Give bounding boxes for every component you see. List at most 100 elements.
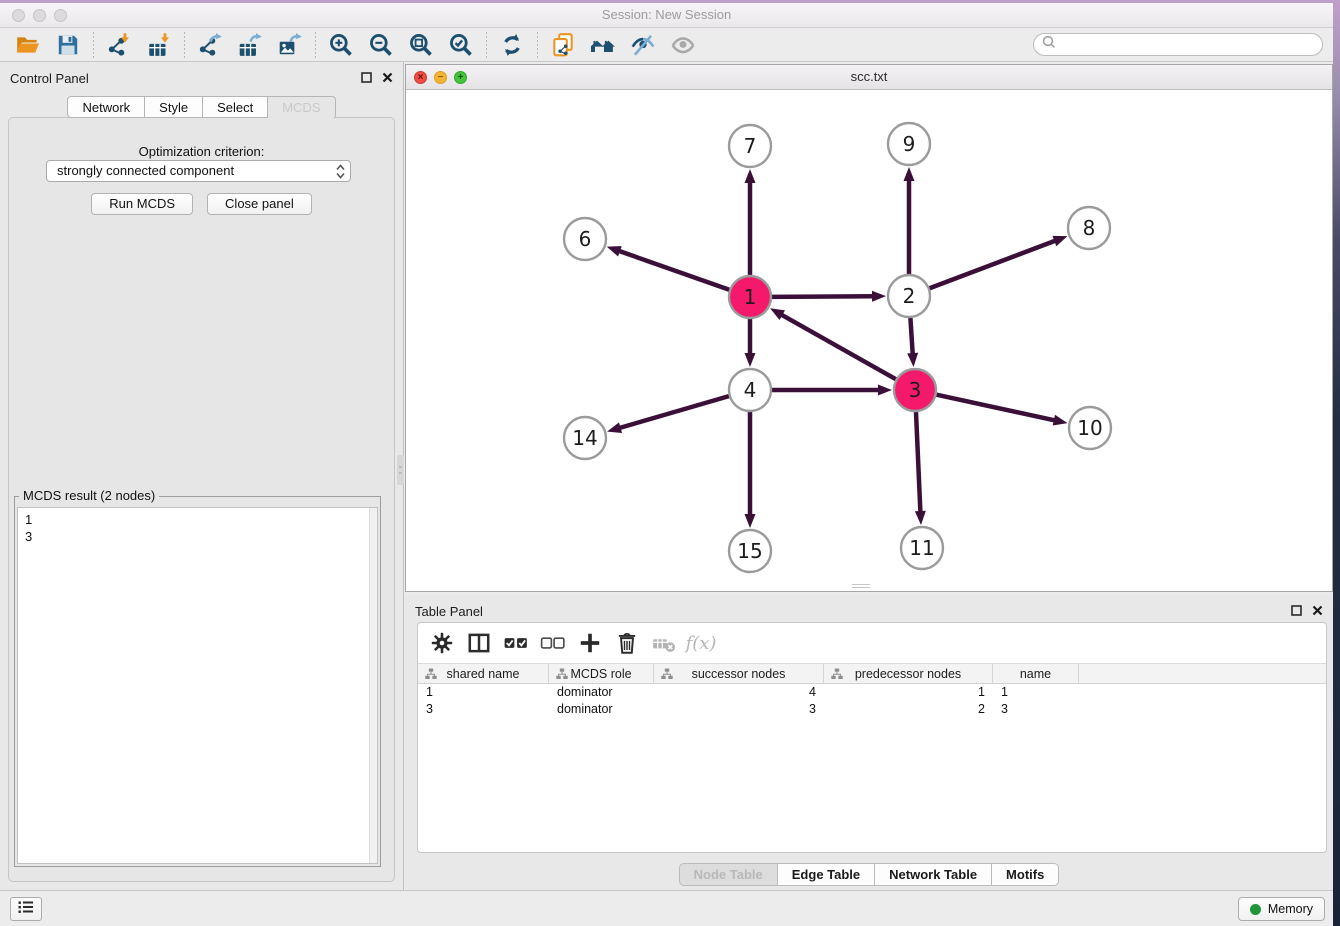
column-label: MCDS role xyxy=(570,667,631,681)
tab-network-table[interactable]: Network Table xyxy=(875,863,992,886)
float-table-panel-icon[interactable] xyxy=(1291,605,1302,616)
node-label-7: 7 xyxy=(744,134,757,158)
column-header-predecessor-nodes[interactable]: predecessor nodes xyxy=(824,664,993,683)
clone-network-icon[interactable] xyxy=(543,30,583,60)
mcds-result-box[interactable]: 13 xyxy=(17,507,378,864)
arrowhead-1-6 xyxy=(607,246,622,256)
add-row-icon[interactable] xyxy=(575,629,605,657)
tab-motifs[interactable]: Motifs xyxy=(992,863,1059,886)
close-table-panel-icon[interactable] xyxy=(1312,605,1323,616)
zoom-in-icon[interactable] xyxy=(321,30,361,60)
open-session-icon[interactable] xyxy=(8,30,48,60)
close-window-button[interactable] xyxy=(12,9,25,22)
network-close-button[interactable]: × xyxy=(414,71,427,84)
node-label-11: 11 xyxy=(909,536,934,560)
zoom-fit-icon[interactable] xyxy=(401,30,441,60)
edge-1-2[interactable] xyxy=(772,296,875,297)
cell-successor-nodes[interactable]: 3 xyxy=(654,701,824,718)
tab-node-table[interactable]: Node Table xyxy=(679,863,778,886)
table-body: 1dominator4113dominator323 xyxy=(418,684,1326,718)
network-maximize-button[interactable]: + xyxy=(454,71,467,84)
run-mcds-button[interactable]: Run MCDS xyxy=(91,193,193,215)
show-details-icon[interactable] xyxy=(663,30,703,60)
network-resize-grip[interactable] xyxy=(852,584,870,591)
close-panel-icon[interactable] xyxy=(382,72,393,83)
import-network-icon[interactable] xyxy=(99,30,139,60)
tab-select[interactable]: Select xyxy=(203,96,268,118)
delete-row-icon[interactable] xyxy=(612,629,642,657)
export-image-icon[interactable] xyxy=(270,30,310,60)
apply-function-icon[interactable]: f(x) xyxy=(686,629,716,657)
edge-2-8[interactable] xyxy=(930,240,1058,288)
result-scrollbar[interactable] xyxy=(369,508,377,863)
column-header-shared-name[interactable]: shared name xyxy=(418,664,549,683)
cell-shared-name[interactable]: 3 xyxy=(418,701,549,718)
edge-3-1[interactable] xyxy=(780,314,896,380)
tab-edge-table[interactable]: Edge Table xyxy=(778,863,875,886)
delete-column-icon[interactable] xyxy=(649,629,679,657)
edge-4-14[interactable] xyxy=(618,396,729,428)
panel-splitter-handle[interactable] xyxy=(397,455,404,485)
column-header-name[interactable]: name xyxy=(993,664,1079,683)
zoom-out-icon[interactable] xyxy=(361,30,401,60)
sort-flow-icon xyxy=(661,668,673,683)
column-header-successor-nodes[interactable]: successor nodes xyxy=(654,664,824,683)
cell-name[interactable]: 1 xyxy=(993,684,1079,701)
save-session-icon[interactable] xyxy=(48,30,88,60)
mcds-result-line: 1 xyxy=(25,511,377,528)
network-minimize-button[interactable]: − xyxy=(434,71,447,84)
cell-successor-nodes[interactable]: 4 xyxy=(654,684,824,701)
network-view-window: × − + scc.txt 7968124314101511 xyxy=(405,64,1333,592)
table-panel-title: Table Panel xyxy=(415,604,483,619)
edge-3-10[interactable] xyxy=(936,395,1056,421)
split-view-icon[interactable] xyxy=(464,629,494,657)
column-header-MCDS-role[interactable]: MCDS role xyxy=(549,664,654,683)
tab-mcds[interactable]: MCDS xyxy=(268,96,335,119)
tab-network[interactable]: Network xyxy=(67,96,145,118)
cell-name[interactable]: 3 xyxy=(993,701,1079,718)
close-panel-button[interactable]: Close panel xyxy=(207,193,312,215)
home-icon[interactable] xyxy=(583,30,623,60)
toolbar-separator xyxy=(93,32,94,58)
arrowhead-2-8 xyxy=(1052,236,1067,246)
deselect-all-columns-icon[interactable] xyxy=(538,629,568,657)
import-table-icon[interactable] xyxy=(139,30,179,60)
export-network-icon[interactable] xyxy=(190,30,230,60)
cell-shared-name[interactable]: 1 xyxy=(418,684,549,701)
maximize-window-button[interactable] xyxy=(54,9,67,22)
edge-1-6[interactable] xyxy=(617,250,729,289)
toolbar-separator xyxy=(315,32,316,58)
edge-3-11[interactable] xyxy=(916,412,921,514)
task-history-button[interactable] xyxy=(10,897,42,921)
tab-style[interactable]: Style xyxy=(145,96,203,118)
cell-predecessor-nodes[interactable]: 2 xyxy=(824,701,993,718)
cell-predecessor-nodes[interactable]: 1 xyxy=(824,684,993,701)
mcds-result-title: MCDS result (2 nodes) xyxy=(19,488,159,503)
table-row[interactable]: 1dominator411 xyxy=(418,684,1326,701)
window-title: Session: New Session xyxy=(0,3,1333,27)
select-all-columns-icon[interactable] xyxy=(501,629,531,657)
optimization-criterion-label: Optimization criterion: xyxy=(9,144,394,159)
criterion-dropdown[interactable]: strongly connected component xyxy=(46,160,351,182)
app-window: Session: New Session Control Panel Netwo… xyxy=(0,0,1340,926)
zoom-selected-icon[interactable] xyxy=(441,30,481,60)
settings-icon[interactable] xyxy=(427,629,457,657)
window-controls xyxy=(12,9,67,22)
table-row[interactable]: 3dominator323 xyxy=(418,701,1326,718)
mcds-result-fieldset: MCDS result (2 nodes) 13 xyxy=(14,496,381,867)
network-canvas[interactable]: 7968124314101511 xyxy=(406,90,1332,591)
memory-button[interactable]: Memory xyxy=(1238,897,1325,921)
cell-MCDS-role[interactable]: dominator xyxy=(549,684,654,701)
network-window-titlebar[interactable]: × − + scc.txt xyxy=(406,65,1332,90)
export-table-icon[interactable] xyxy=(230,30,270,60)
search-input[interactable] xyxy=(1061,36,1322,54)
float-panel-icon[interactable] xyxy=(361,72,372,83)
edge-2-3[interactable] xyxy=(910,318,912,356)
refresh-layout-icon[interactable] xyxy=(492,30,532,60)
hide-details-icon[interactable] xyxy=(623,30,663,60)
arrowhead-2-3 xyxy=(907,353,918,367)
node-label-4: 4 xyxy=(744,378,757,402)
cell-MCDS-role[interactable]: dominator xyxy=(549,701,654,718)
search-box[interactable] xyxy=(1033,33,1323,56)
minimize-window-button[interactable] xyxy=(33,9,46,22)
